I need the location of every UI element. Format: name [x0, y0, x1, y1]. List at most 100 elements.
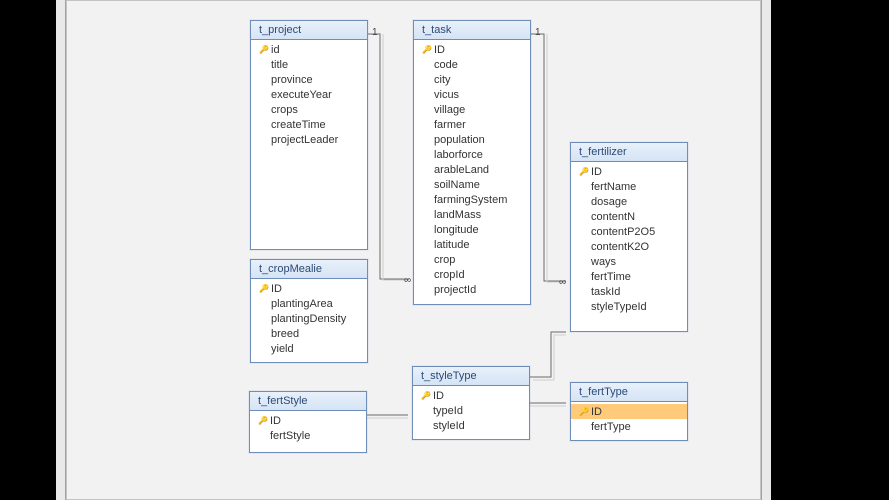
field-name: title — [271, 59, 361, 71]
entity-t_task[interactable]: t_task 🔑IDcode cityvicusvillage farmer popul… — [413, 20, 531, 305]
field-row[interactable]: createTime — [251, 117, 367, 132]
entity-header[interactable]: t_styleType — [413, 367, 529, 386]
field-name: id — [271, 44, 361, 56]
field-row[interactable]: 🔑id — [251, 42, 367, 57]
field-row[interactable]: crop — [414, 252, 530, 267]
primary-key-icon: 🔑 — [577, 167, 591, 176]
field-row[interactable]: plantingArea — [251, 296, 367, 311]
field-row[interactable]: landMass — [414, 207, 530, 222]
field-row[interactable]: population — [414, 132, 530, 147]
entity-fields: 🔑IDcodecityvicusvillagefarmerpopulationl… — [414, 40, 530, 303]
field-row[interactable]: contentK2O — [571, 239, 687, 254]
field-row[interactable]: cropId — [414, 267, 530, 282]
field-row[interactable]: dosage — [571, 194, 687, 209]
entity-fields: 🔑ID fertType — [571, 402, 687, 440]
field-row[interactable]: title — [251, 57, 367, 72]
field-row[interactable]: contentN — [571, 209, 687, 224]
field-row[interactable]: fertStyle — [250, 428, 366, 443]
field-row[interactable]: city — [414, 72, 530, 87]
field-row[interactable]: latitude — [414, 237, 530, 252]
entity-fields: 🔑id titleprovinceexecuteYearcropscreateTi… — [251, 40, 367, 153]
field-row[interactable]: 🔑ID — [250, 413, 366, 428]
field-row[interactable]: arableLand — [414, 162, 530, 177]
entity-header[interactable]: t_fertilizer — [571, 143, 687, 162]
field-name: ID — [270, 415, 360, 427]
field-row[interactable]: province — [251, 72, 367, 87]
field-row[interactable]: styleId — [413, 418, 529, 433]
entity-t_fertilizer[interactable]: t_fertilizer 🔑IDfertName dosagecontentN con… — [570, 142, 688, 332]
cardinality-label: ∞ — [404, 275, 411, 286]
field-row[interactable]: yield — [251, 341, 367, 356]
field-row[interactable]: executeYear — [251, 87, 367, 102]
entity-header[interactable]: t_fertType — [571, 383, 687, 402]
entity-t_fertType[interactable]: t_fertType 🔑ID fertType — [570, 382, 688, 441]
field-name: farmer — [434, 119, 524, 131]
field-row[interactable]: typeId — [413, 403, 529, 418]
field-row[interactable]: plantingDensity — [251, 311, 367, 326]
cardinality-label: 1 — [535, 27, 541, 38]
field-name: cropId — [434, 269, 524, 281]
entity-t_cropMealie[interactable]: t_cropMealie 🔑IDplantingAreaplantingDensi… — [250, 259, 368, 363]
field-row[interactable]: farmingSystem — [414, 192, 530, 207]
primary-key-icon: 🔑 — [257, 45, 271, 54]
field-name: ID — [434, 44, 524, 56]
letterbox-right — [771, 0, 889, 500]
field-row[interactable]: fertName — [571, 179, 687, 194]
field-row[interactable]: contentP2O5 — [571, 224, 687, 239]
entity-header[interactable]: t_project — [251, 21, 367, 40]
field-row[interactable]: fertType — [571, 419, 687, 434]
entity-t_fertStyle[interactable]: t_fertStyle 🔑ID fertStyle — [249, 391, 367, 453]
field-name: farmingSystem — [434, 194, 524, 206]
field-row[interactable]: laborforce — [414, 147, 530, 162]
field-name: longitude — [434, 224, 524, 236]
field-name: soilName — [434, 179, 524, 191]
field-name: contentK2O — [591, 241, 681, 253]
field-name: dosage — [591, 196, 681, 208]
entity-header[interactable]: t_fertStyle — [250, 392, 366, 411]
primary-key-icon: 🔑 — [257, 284, 271, 293]
field-name: population — [434, 134, 524, 146]
cardinality-label: 1 — [372, 27, 378, 38]
entity-t_styleType[interactable]: t_styleType 🔑ID typeIdstyleId — [412, 366, 530, 440]
letterbox-left — [0, 0, 56, 500]
field-row[interactable]: village — [414, 102, 530, 117]
field-row[interactable]: 🔑ID — [571, 164, 687, 179]
field-name: taskId — [591, 286, 681, 298]
field-name: city — [434, 74, 524, 86]
field-row[interactable]: taskId — [571, 284, 687, 299]
entity-t_project[interactable]: t_project 🔑id titleprovinceexecuteYearcrop… — [250, 20, 368, 250]
primary-key-icon: 🔑 — [577, 407, 591, 416]
field-row[interactable]: styleTypeId — [571, 299, 687, 314]
field-name: ID — [271, 283, 361, 295]
field-name: landMass — [434, 209, 524, 221]
field-row[interactable]: ways — [571, 254, 687, 269]
field-row[interactable]: 🔑ID — [414, 42, 530, 57]
field-row[interactable]: fertTime — [571, 269, 687, 284]
field-row[interactable]: farmer — [414, 117, 530, 132]
entity-fields: 🔑ID fertStyle — [250, 411, 366, 449]
field-row[interactable]: code — [414, 57, 530, 72]
field-name: contentP2O5 — [591, 226, 681, 238]
field-name: fertStyle — [270, 430, 360, 442]
field-name: yield — [271, 343, 361, 355]
field-name: fertType — [591, 421, 681, 433]
entity-fields: 🔑IDfertName dosagecontentN contentP2O5 cont… — [571, 162, 687, 320]
field-row[interactable]: projectLeader — [251, 132, 367, 147]
field-row[interactable]: longitude — [414, 222, 530, 237]
field-row[interactable]: crops — [251, 102, 367, 117]
field-row[interactable]: soilName — [414, 177, 530, 192]
field-name: typeId — [433, 405, 523, 417]
field-name: ID — [591, 406, 681, 418]
field-row[interactable]: 🔑ID — [413, 388, 529, 403]
field-name: breed — [271, 328, 361, 340]
field-row[interactable]: 🔑ID — [251, 281, 367, 296]
primary-key-icon: 🔑 — [420, 45, 434, 54]
entity-header[interactable]: t_cropMealie — [251, 260, 367, 279]
entity-header[interactable]: t_task — [414, 21, 530, 40]
field-row[interactable]: breed — [251, 326, 367, 341]
diagram-canvas[interactable]: t_project🔑idtitleprovinceexecuteYearcrop… — [66, 0, 761, 500]
field-row[interactable]: 🔑ID — [571, 404, 687, 419]
field-name: arableLand — [434, 164, 524, 176]
field-row[interactable]: projectId — [414, 282, 530, 297]
field-row[interactable]: vicus — [414, 87, 530, 102]
